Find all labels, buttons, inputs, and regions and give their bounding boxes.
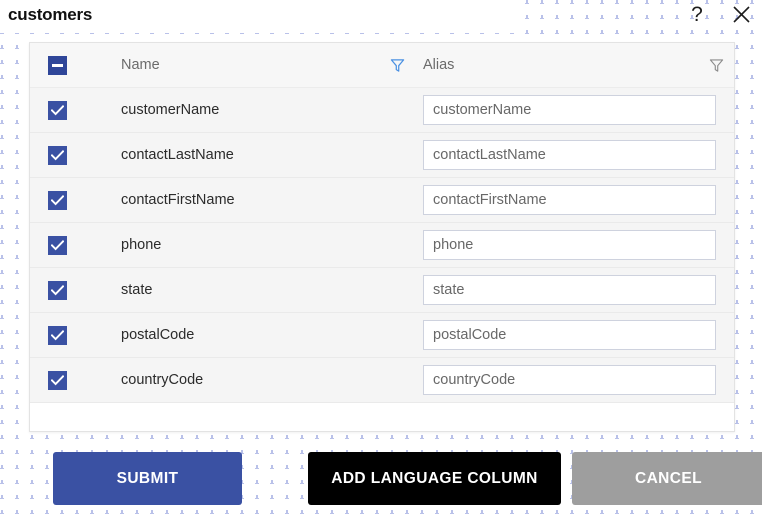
alias-filter-icon[interactable] xyxy=(709,58,734,73)
row-checkbox-cell xyxy=(30,312,85,358)
row-name-cell: countryCode xyxy=(85,357,415,403)
row-alias-cell xyxy=(415,312,734,358)
row-checkbox-cell xyxy=(30,132,85,178)
name-column-label: Name xyxy=(121,57,160,73)
alias-input[interactable] xyxy=(423,185,716,215)
alias-input[interactable] xyxy=(423,320,716,350)
card-footer xyxy=(30,403,734,431)
row-alias-cell xyxy=(415,267,734,313)
name-filter-icon[interactable] xyxy=(390,58,415,73)
dialog-title: customers xyxy=(8,5,99,25)
add-language-column-button[interactable]: ADD LANGUAGE COLUMN xyxy=(308,452,561,505)
table-row: state xyxy=(30,267,734,313)
alias-input[interactable] xyxy=(423,365,716,395)
alias-input[interactable] xyxy=(423,140,716,170)
row-name-cell: phone xyxy=(85,222,415,268)
table-header: Name Alias xyxy=(30,43,734,88)
row-alias-cell xyxy=(415,132,734,178)
submit-button[interactable]: SUBMIT xyxy=(53,452,242,505)
row-name-cell: contactLastName xyxy=(85,132,415,178)
row-checkbox-cell xyxy=(30,87,85,133)
row-name-cell: contactFirstName xyxy=(85,177,415,223)
alias-input[interactable] xyxy=(423,95,716,125)
dialog-actions: SUBMIT ADD LANGUAGE COLUMN CANCEL xyxy=(53,452,762,505)
dialog-titlebar: customers ? xyxy=(0,0,762,33)
row-checkbox-cell xyxy=(30,222,85,268)
row-checkbox-cell xyxy=(30,177,85,223)
row-checkbox[interactable] xyxy=(48,145,67,165)
alias-input[interactable] xyxy=(423,275,716,305)
table-body: customerNamecontactLastNamecontactFirstN… xyxy=(30,87,734,403)
select-all-header-cell xyxy=(30,43,85,88)
table-row: customerName xyxy=(30,87,734,133)
row-checkbox[interactable] xyxy=(48,280,67,300)
alias-input[interactable] xyxy=(423,230,716,260)
close-icon[interactable] xyxy=(730,2,752,26)
titlebar-actions: ? xyxy=(686,2,752,26)
table-row: countryCode xyxy=(30,357,734,403)
row-checkbox[interactable] xyxy=(48,370,67,390)
table-header-row: Name Alias xyxy=(30,43,734,88)
alias-column-label: Alias xyxy=(423,57,455,73)
table-row: postalCode xyxy=(30,312,734,358)
alias-column-header-cell: Alias xyxy=(415,43,734,88)
name-column-header-cell: Name xyxy=(85,43,415,88)
table-row: contactFirstName xyxy=(30,177,734,223)
columns-card: Name Alias customerName customerName con… xyxy=(29,42,735,432)
row-checkbox[interactable] xyxy=(48,235,67,255)
row-checkbox[interactable] xyxy=(48,325,67,345)
table-row: contactLastName xyxy=(30,132,734,178)
row-checkbox-cell xyxy=(30,357,85,403)
row-alias-cell xyxy=(415,222,734,268)
row-alias-cell xyxy=(415,87,734,133)
row-alias-cell xyxy=(415,357,734,403)
help-icon[interactable]: ? xyxy=(686,2,708,26)
row-name-cell: state xyxy=(85,267,415,313)
row-checkbox[interactable] xyxy=(48,190,67,210)
row-checkbox-cell xyxy=(30,267,85,313)
select-all-checkbox[interactable] xyxy=(48,55,67,75)
row-name-cell: customerName xyxy=(85,87,415,133)
cancel-button[interactable]: CANCEL xyxy=(572,452,762,505)
table-row: phone xyxy=(30,222,734,268)
columns-table: Name Alias customerName customerName con… xyxy=(30,43,734,403)
row-checkbox[interactable] xyxy=(48,100,67,120)
row-alias-cell xyxy=(415,177,734,223)
row-name-cell: postalCode xyxy=(85,312,415,358)
